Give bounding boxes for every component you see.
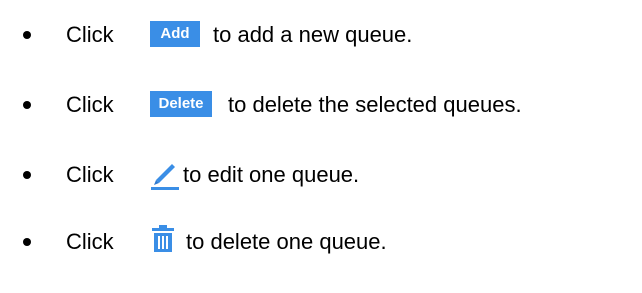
delete-button[interactable]: Delete — [150, 91, 212, 117]
bullet — [23, 171, 31, 179]
trash-icon[interactable] — [150, 224, 176, 254]
instruction-list: Click Add to add a new queue. Click Dele… — [0, 0, 642, 293]
click-text: Click — [66, 92, 114, 117]
instruction-text: to delete one queue. — [186, 229, 387, 254]
click-text: Click — [66, 229, 114, 254]
instruction-text: to edit one queue. — [183, 162, 360, 187]
list-item-edit: Click to edit one queue. — [0, 155, 642, 195]
instruction-text: to delete the selected queues. — [228, 92, 522, 117]
list-item-delete: Click Delete to delete the selected queu… — [0, 85, 642, 125]
instruction-text: to add a new queue. — [213, 22, 413, 47]
click-text: Click — [66, 162, 114, 187]
bullet — [23, 101, 31, 109]
click-text: Click — [66, 22, 114, 47]
bullet — [23, 238, 31, 246]
edit-pencil-icon[interactable] — [148, 159, 182, 191]
list-item-add: Click Add to add a new queue. — [0, 15, 642, 55]
add-button[interactable]: Add — [150, 21, 200, 47]
list-item-trash: Click to delete one queue. — [0, 222, 642, 262]
bullet — [23, 31, 31, 39]
